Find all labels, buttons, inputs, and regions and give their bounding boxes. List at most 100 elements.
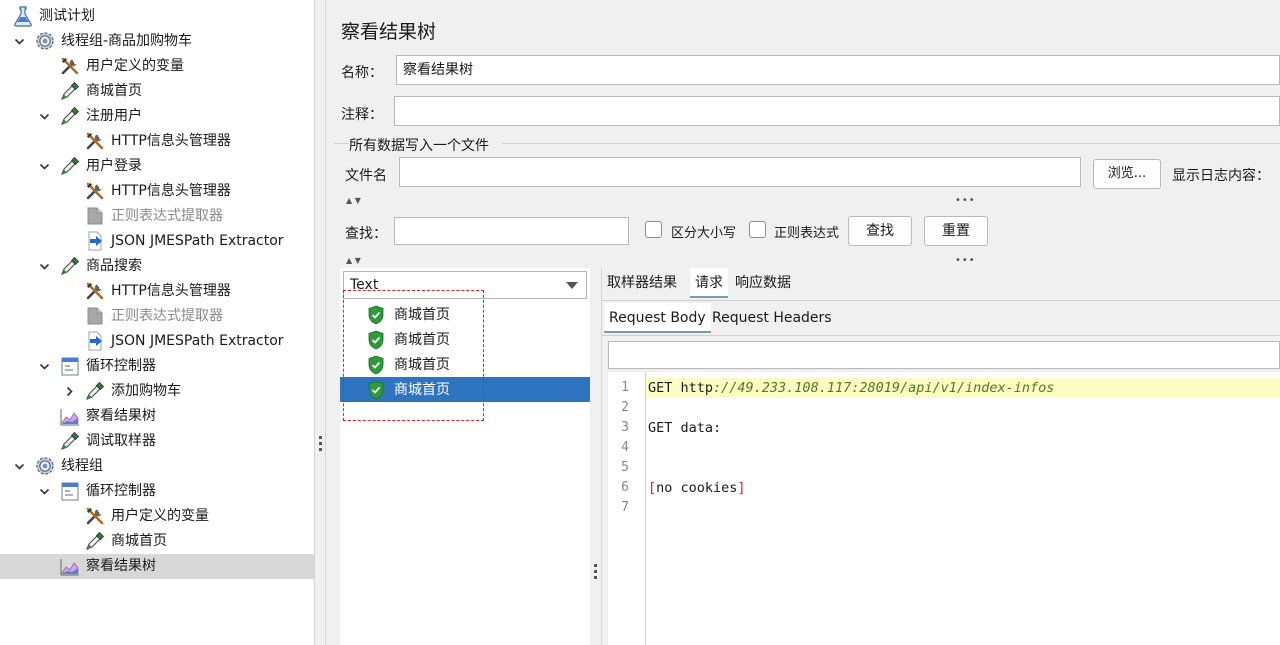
- file-section-border-right: [502, 143, 1280, 144]
- chart-listener-icon: [59, 405, 81, 427]
- tree-node[interactable]: 商城首页: [0, 79, 314, 104]
- find-button[interactable]: 查找: [848, 216, 912, 246]
- search-label: 查找：: [345, 226, 387, 242]
- code-line: GET data:: [648, 420, 722, 436]
- detail-search-input[interactable]: [608, 341, 1280, 369]
- search-input[interactable]: [394, 217, 629, 245]
- tree-node[interactable]: 循环控制器: [0, 354, 314, 379]
- subtab-request-body[interactable]: Request Body: [604, 303, 711, 333]
- tree-node-label: JSON JMESPath Extractor: [111, 233, 284, 249]
- chevron-down-icon[interactable]: [37, 359, 51, 373]
- tree-node[interactable]: 正则表达式提取器: [0, 304, 314, 329]
- tab-request[interactable]: 请求: [690, 268, 728, 298]
- chevron-down-icon: [566, 282, 578, 289]
- tree-node[interactable]: 添加购物车: [0, 379, 314, 404]
- pipette-icon: [84, 530, 106, 552]
- tree-node-label: 用户定义的变量: [111, 508, 209, 524]
- tab-sampler-result[interactable]: 取样器结果: [602, 268, 682, 298]
- gear-icon: [34, 455, 56, 477]
- tree-node-label: 用户定义的变量: [86, 58, 184, 74]
- tree-node[interactable]: 调试取样器: [0, 429, 314, 454]
- subtab-request-headers[interactable]: Request Headers: [707, 303, 837, 333]
- name-field[interactable]: 察看结果树: [396, 55, 1280, 85]
- filename-field[interactable]: [399, 157, 1081, 187]
- pipette-icon: [84, 380, 106, 402]
- tree-splitter[interactable]: [314, 0, 326, 645]
- gear-icon: [34, 30, 56, 52]
- tree-node-label: 循环控制器: [86, 358, 156, 374]
- results-splitter[interactable]: [590, 268, 602, 645]
- chevron-down-icon[interactable]: [37, 159, 51, 173]
- browse-button[interactable]: 浏览...: [1093, 159, 1161, 189]
- tree-node[interactable]: 察看结果树: [0, 554, 314, 579]
- tree-node[interactable]: 正则表达式提取器: [0, 204, 314, 229]
- tree-node[interactable]: 用户定义的变量: [0, 504, 314, 529]
- splitter-grip-icon: [594, 564, 597, 579]
- tree-node[interactable]: 测试计划: [0, 4, 314, 29]
- annotation-dashed-box: [343, 290, 484, 421]
- tree-node[interactable]: 注册用户: [0, 104, 314, 129]
- filename-label: 文件名: [345, 168, 387, 184]
- pipette-icon: [59, 430, 81, 452]
- chevron-down-icon[interactable]: [12, 34, 26, 48]
- tabs-divider: [602, 300, 1280, 301]
- code-line: GET http://49.233.108.117:28019/api/v1/i…: [646, 378, 1280, 398]
- tree-node-label: JSON JMESPath Extractor: [111, 333, 284, 349]
- collapse-arrows-icon-2[interactable]: ▲ ▼: [346, 257, 361, 265]
- show-log-label: 显示日志内容：: [1172, 168, 1270, 184]
- tree-node-label: 商品搜索: [86, 258, 142, 274]
- split-dots-icon[interactable]: •••: [955, 196, 976, 206]
- tree-node[interactable]: 商品搜索: [0, 254, 314, 279]
- chevron-down-icon[interactable]: [37, 259, 51, 273]
- tree-node[interactable]: 线程组-商品加购物车: [0, 29, 314, 54]
- line-number-gutter: 1 2 3 4 5 6 7: [608, 372, 646, 645]
- regex-label: 正则表达式: [774, 226, 840, 241]
- loop-controller-icon: [59, 480, 81, 502]
- pipette-icon: [59, 80, 81, 102]
- tree-node[interactable]: HTTP信息头管理器: [0, 179, 314, 204]
- tree-node[interactable]: JSON JMESPath Extractor: [0, 329, 314, 354]
- chevron-right-icon[interactable]: [62, 384, 76, 398]
- chevron-down-icon[interactable]: [37, 484, 51, 498]
- tree-node[interactable]: 商城首页: [0, 529, 314, 554]
- tree-node[interactable]: 循环控制器: [0, 479, 314, 504]
- wrench-icon: [84, 130, 106, 152]
- collapse-arrows-icon[interactable]: ▲ ▼: [346, 197, 361, 205]
- subtabs-divider: [602, 335, 1280, 336]
- tree-node[interactable]: 线程组: [0, 454, 314, 479]
- split-dots-icon-2[interactable]: •••: [955, 256, 976, 266]
- comment-field[interactable]: [394, 96, 1280, 126]
- case-sensitive-label: 区分大小写: [671, 226, 737, 241]
- pipette-icon: [59, 105, 81, 127]
- line-number: 5: [621, 460, 629, 475]
- line-number: 7: [621, 500, 629, 515]
- request-body-editor[interactable]: 1 2 3 4 5 6 7 GET http://49.233.108.117:28019/…: [608, 372, 1280, 645]
- tree-node-label: 循环控制器: [86, 483, 156, 499]
- test-plan-tree[interactable]: 测试计划 线程组-商品加购物车 用户定义的变量 商城首页 注册用户 HTTP信息头管理器用…: [0, 0, 314, 645]
- reset-button[interactable]: 重置: [924, 216, 988, 246]
- chart-listener-icon: [59, 555, 81, 577]
- tree-node[interactable]: 用户定义的变量: [0, 54, 314, 79]
- regex-checkbox[interactable]: [749, 221, 766, 238]
- case-sensitive-checkbox[interactable]: [645, 221, 662, 238]
- tab-response-data[interactable]: 响应数据: [730, 268, 796, 298]
- comment-label: 注释：: [341, 107, 383, 123]
- tree-node[interactable]: HTTP信息头管理器: [0, 279, 314, 304]
- line-number: 4: [621, 440, 629, 455]
- tree-node[interactable]: 用户登录: [0, 154, 314, 179]
- file-section-title: 所有数据写入一个文件: [349, 138, 489, 154]
- tree-node-label: 测试计划: [39, 8, 95, 24]
- chevron-down-icon[interactable]: [37, 109, 51, 123]
- tree-node[interactable]: JSON JMESPath Extractor: [0, 229, 314, 254]
- panel-title: 察看结果树: [341, 21, 437, 43]
- tree-node[interactable]: 察看结果树: [0, 404, 314, 429]
- wrench-icon: [59, 55, 81, 77]
- file-section-border: [334, 143, 348, 144]
- extractor-disabled-icon: [84, 305, 106, 327]
- wrench-icon: [84, 280, 106, 302]
- tree-node[interactable]: HTTP信息头管理器: [0, 129, 314, 154]
- chevron-down-icon[interactable]: [12, 459, 26, 473]
